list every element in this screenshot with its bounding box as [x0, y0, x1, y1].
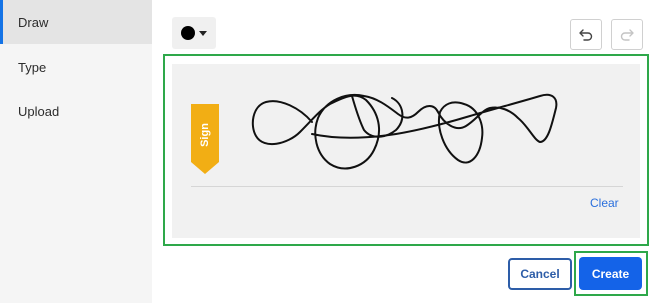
clear-button[interactable]: Clear — [590, 196, 619, 210]
create-button[interactable]: Create — [579, 257, 642, 290]
signature-dialog: Draw Type Upload Sign Clear Cancel Creat… — [0, 0, 660, 303]
cancel-button[interactable]: Cancel — [508, 258, 572, 290]
signature-baseline — [191, 186, 623, 187]
